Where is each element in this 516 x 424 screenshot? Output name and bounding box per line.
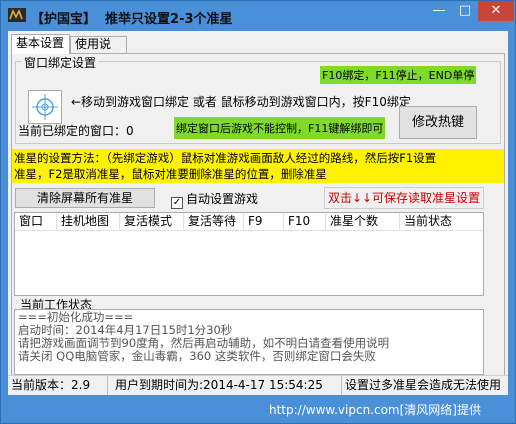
bind-group-label: 窗口绑定设置 bbox=[22, 54, 99, 71]
checkbox-check-icon[interactable]: ✓ bbox=[171, 197, 183, 209]
auto-setup-checkbox[interactable]: ✓ 自动设置游戏 bbox=[171, 190, 258, 209]
column-f9[interactable]: F9 bbox=[244, 213, 284, 231]
column-crosshair-count[interactable]: 准星个数 bbox=[326, 213, 400, 231]
log-line: 请关闭 QQ电脑管家，金山毒霸，360 这类软件，否则绑定窗口会失败 bbox=[18, 349, 376, 363]
hotkeys-hint: F10绑定，F11停止，END单停 bbox=[320, 66, 477, 84]
tab-usage-guide[interactable]: 使用说明 bbox=[70, 36, 127, 66]
main-window: 【护国宝】 推举只设置2-3个准星 — □ ✕ 基本设置 使用说明 窗口绑定设置… bbox=[0, 0, 516, 424]
modify-hotkey-button[interactable]: 修改热键 bbox=[399, 106, 477, 139]
basic-settings-panel: 窗口绑定设置 F10绑定，F11停止，END单停 ←移动到游戏窗口绑定 或者 鼠… bbox=[11, 53, 505, 377]
game-window-table[interactable]: 窗口 挂机地图 复活模式 复活等待 F9 F10 准星个数 当前状态 bbox=[14, 212, 484, 296]
crosshair-drag-target[interactable] bbox=[28, 90, 62, 124]
column-revive-wait[interactable]: 复活等待 bbox=[184, 213, 244, 231]
app-logo-icon bbox=[8, 8, 26, 22]
instructions-panel: 准星的设置方法：（先绑定游戏）鼠标对准游戏画面敌人经过的路线，然后按F1设置 准… bbox=[12, 149, 504, 183]
column-revive-mode[interactable]: 复活模式 bbox=[120, 213, 184, 231]
instructions-line-1: 准星的设置方法：（先绑定游戏）鼠标对准游戏画面敌人经过的路线，然后按F1设置 bbox=[14, 151, 437, 165]
version-text: 当前版本：2.9 bbox=[8, 376, 108, 395]
table-header: 窗口 挂机地图 复活模式 复活等待 F9 F10 准星个数 当前状态 bbox=[15, 213, 483, 231]
column-map[interactable]: 挂机地图 bbox=[57, 213, 120, 231]
status-bar: 当前版本：2.9 用户到期时间为:2014-4-17 15:54:25 设置过多… bbox=[8, 375, 508, 395]
column-f10[interactable]: F10 bbox=[284, 213, 326, 231]
expiry-text: 用户到期时间为:2014-4-17 15:54:25 bbox=[112, 376, 342, 395]
column-window[interactable]: 窗口 bbox=[15, 213, 57, 231]
overload-warning: 设置过多准星会造成无法使用 bbox=[345, 378, 502, 392]
instructions-line-2: 准星，F2是取消准星，鼠标对准要删除准星的位置，删除准星 bbox=[14, 167, 327, 181]
window-title: 【护国宝】 推举只设置2-3个准星 bbox=[31, 12, 233, 27]
column-current-status[interactable]: 当前状态 bbox=[400, 213, 483, 231]
clear-crosshairs-button[interactable]: 清除屏幕所有准星 bbox=[15, 188, 155, 208]
maximize-button[interactable]: □ bbox=[452, 1, 478, 21]
close-button[interactable]: ✕ bbox=[478, 1, 514, 21]
bound-window-value: 0 bbox=[126, 124, 134, 138]
save-load-crosshair-button[interactable]: 双击↓↓可保存读取准星设置 bbox=[324, 187, 484, 209]
unbind-warning: 绑定窗口后游戏不能控制，F11键解绑即可 bbox=[174, 117, 386, 139]
status-log[interactable]: ===初始化成功=== 启动时间：2014年4月17日15时1分30秒 请把游戏… bbox=[14, 309, 484, 375]
bound-window-label: 当前已绑定的窗口：0 bbox=[18, 124, 134, 138]
client-area: 基本设置 使用说明 窗口绑定设置 F10绑定，F11停止，END单停 ←移动到游… bbox=[8, 31, 508, 395]
crosshair-icon bbox=[32, 94, 58, 120]
move-hint: ←移动到游戏窗口绑定 或者 鼠标移动到游戏窗口内，按F10绑定 bbox=[71, 95, 411, 109]
auto-setup-label: 自动设置游戏 bbox=[186, 192, 259, 206]
title-bar[interactable]: 【护国宝】 推举只设置2-3个准星 — □ ✕ bbox=[1, 1, 515, 31]
status-group: 当前工作状态 bbox=[12, 296, 488, 313]
minimize-button[interactable]: — bbox=[426, 1, 452, 21]
tab-basic-settings[interactable]: 基本设置 bbox=[11, 34, 70, 54]
watermark: http://www.vipcn.com[清风网络]提供 bbox=[269, 403, 481, 417]
